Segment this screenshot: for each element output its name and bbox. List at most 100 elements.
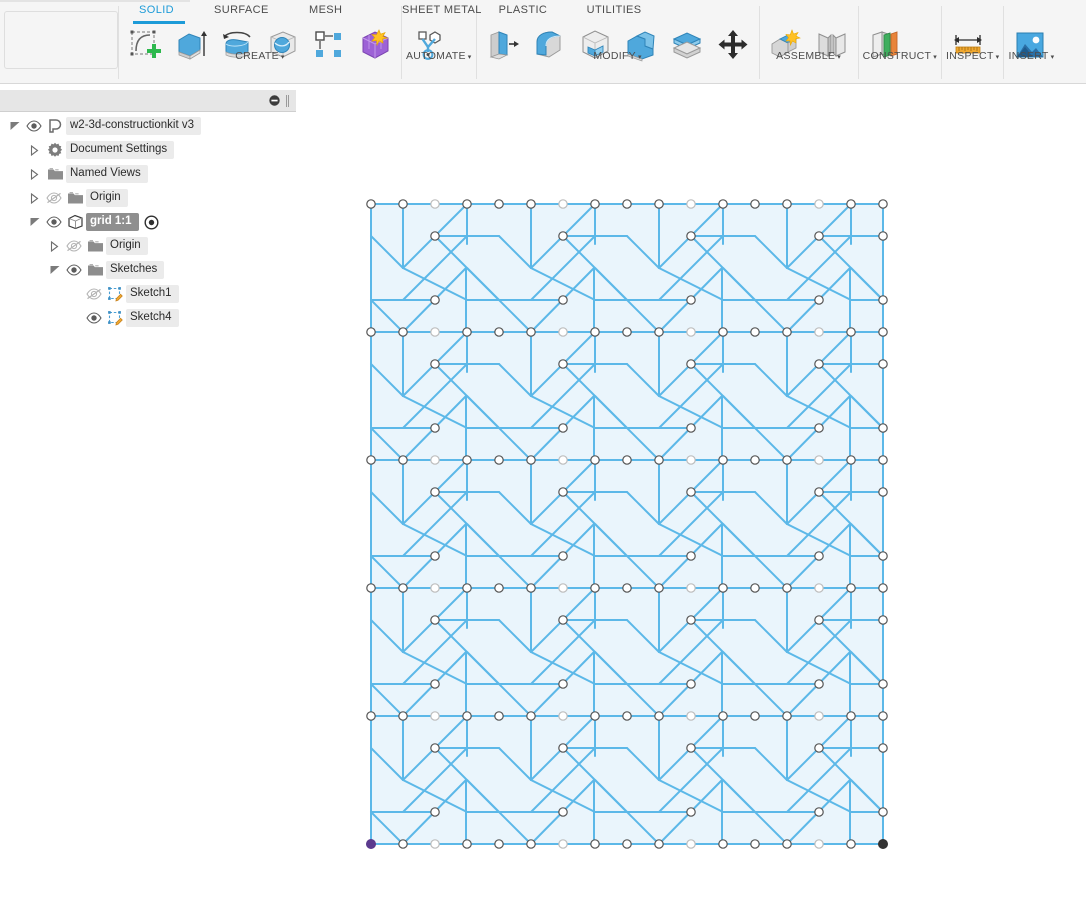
sketch-point[interactable] [622, 199, 632, 209]
sketch-point[interactable] [878, 551, 888, 561]
sketch-point[interactable] [558, 327, 568, 337]
sketch-point[interactable] [718, 327, 728, 337]
sketch-selected-point[interactable] [877, 838, 888, 849]
browser-node-named-views[interactable]: Named Views [0, 164, 296, 184]
sketch-point[interactable] [430, 583, 440, 593]
sketch-point[interactable] [878, 455, 888, 465]
sketch-point[interactable] [686, 455, 696, 465]
sketch-point[interactable] [814, 423, 824, 433]
sketch-point[interactable] [366, 327, 376, 337]
sketch-point[interactable] [654, 199, 664, 209]
sketch-point[interactable] [686, 231, 696, 241]
sketch-point[interactable] [686, 807, 696, 817]
sketch-point[interactable] [462, 839, 472, 849]
browser-node-grid-1-1[interactable]: grid 1:1 [0, 212, 296, 232]
eye-visible-icon[interactable] [24, 120, 44, 132]
sketch-point[interactable] [750, 711, 760, 721]
sketch-point[interactable] [430, 615, 440, 625]
ribbon-panel-title[interactable]: INSPECT ▾ [946, 50, 999, 62]
sketch-point[interactable] [462, 327, 472, 337]
ribbon-tab-solid[interactable]: SOLID [139, 4, 174, 16]
sketch-point[interactable] [654, 583, 664, 593]
sketch-point[interactable] [590, 327, 600, 337]
sketch-point[interactable] [494, 711, 504, 721]
sketch-point[interactable] [558, 423, 568, 433]
sketch-point[interactable] [750, 583, 760, 593]
sketch-point[interactable] [430, 711, 440, 721]
sketch-point[interactable] [558, 679, 568, 689]
sketch-point[interactable] [430, 487, 440, 497]
sketch-point[interactable] [558, 199, 568, 209]
sketch-point[interactable] [462, 711, 472, 721]
sketch-point[interactable] [622, 327, 632, 337]
sketch-point[interactable] [814, 711, 824, 721]
sketch-canvas[interactable] [296, 90, 1086, 898]
sketch-point[interactable] [494, 839, 504, 849]
sketch-point[interactable] [750, 327, 760, 337]
sketch-point[interactable] [878, 583, 888, 593]
ribbon-panel-title[interactable]: ASSEMBLE ▾ [764, 50, 854, 62]
sketch-point[interactable] [878, 295, 888, 305]
herringbone-weave-sketch[interactable] [296, 90, 1086, 898]
sketch-point[interactable] [686, 359, 696, 369]
sketch-point[interactable] [622, 839, 632, 849]
sketch-point[interactable] [654, 839, 664, 849]
eye-hidden-icon[interactable] [64, 240, 84, 252]
sketch-point[interactable] [558, 295, 568, 305]
sketch-point[interactable] [846, 583, 856, 593]
sketch-point[interactable] [526, 327, 536, 337]
panel-resize-icon[interactable] [285, 94, 290, 108]
sketch-point[interactable] [430, 679, 440, 689]
eye-visible-icon[interactable] [64, 264, 84, 276]
sketch-point[interactable] [558, 359, 568, 369]
sketch-point[interactable] [846, 711, 856, 721]
sketch-point[interactable] [846, 839, 856, 849]
eye-visible-icon[interactable] [44, 216, 64, 228]
sketch-point[interactable] [558, 839, 568, 849]
ribbon-tab-mesh[interactable]: MESH [309, 4, 342, 16]
sketch-point[interactable] [590, 583, 600, 593]
expand-arrow-icon[interactable] [30, 168, 44, 180]
sketch-point[interactable] [494, 583, 504, 593]
sketch-point[interactable] [878, 807, 888, 817]
sketch-point[interactable] [686, 327, 696, 337]
ribbon-tab-utilities[interactable]: UTILITIES [587, 4, 642, 16]
sketch-point[interactable] [430, 423, 440, 433]
sketch-point[interactable] [654, 711, 664, 721]
sketch-point[interactable] [878, 423, 888, 433]
sketch-point[interactable] [750, 199, 760, 209]
sketch-point[interactable] [526, 711, 536, 721]
sketch-point[interactable] [398, 327, 408, 337]
sketch-point[interactable] [430, 743, 440, 753]
ribbon-tab-surface[interactable]: SURFACE [214, 4, 269, 16]
sketch-point[interactable] [622, 711, 632, 721]
sketch-point[interactable] [686, 551, 696, 561]
ribbon-tab-plastic[interactable]: PLASTIC [499, 4, 548, 16]
sketch-point[interactable] [878, 615, 888, 625]
sketch-point[interactable] [654, 455, 664, 465]
sketch-point[interactable] [814, 679, 824, 689]
sketch-point[interactable] [846, 199, 856, 209]
sketch-point[interactable] [398, 199, 408, 209]
browser-node-sketches[interactable]: Sketches [0, 260, 296, 280]
sketch-point[interactable] [686, 487, 696, 497]
workspace-switcher-button[interactable] [4, 11, 118, 69]
browser-node-w2-3d-constructionkit-v3[interactable]: w2-3d-constructionkit v3 [0, 116, 296, 136]
browser-node-origin[interactable]: Origin [0, 188, 296, 208]
sketch-point[interactable] [878, 199, 888, 209]
sketch-point[interactable] [814, 455, 824, 465]
sketch-point[interactable] [878, 231, 888, 241]
sketch-point[interactable] [462, 583, 472, 593]
sketch-point[interactable] [558, 487, 568, 497]
expand-arrow-icon[interactable] [30, 192, 44, 204]
sketch-point[interactable] [878, 327, 888, 337]
sketch-point[interactable] [878, 679, 888, 689]
sketch-point[interactable] [750, 839, 760, 849]
sketch-point[interactable] [366, 711, 376, 721]
expand-arrow-icon[interactable] [30, 144, 44, 156]
sketch-point[interactable] [398, 455, 408, 465]
sketch-point[interactable] [430, 231, 440, 241]
sketch-point[interactable] [782, 839, 792, 849]
sketch-point[interactable] [590, 199, 600, 209]
sketch-point[interactable] [686, 423, 696, 433]
